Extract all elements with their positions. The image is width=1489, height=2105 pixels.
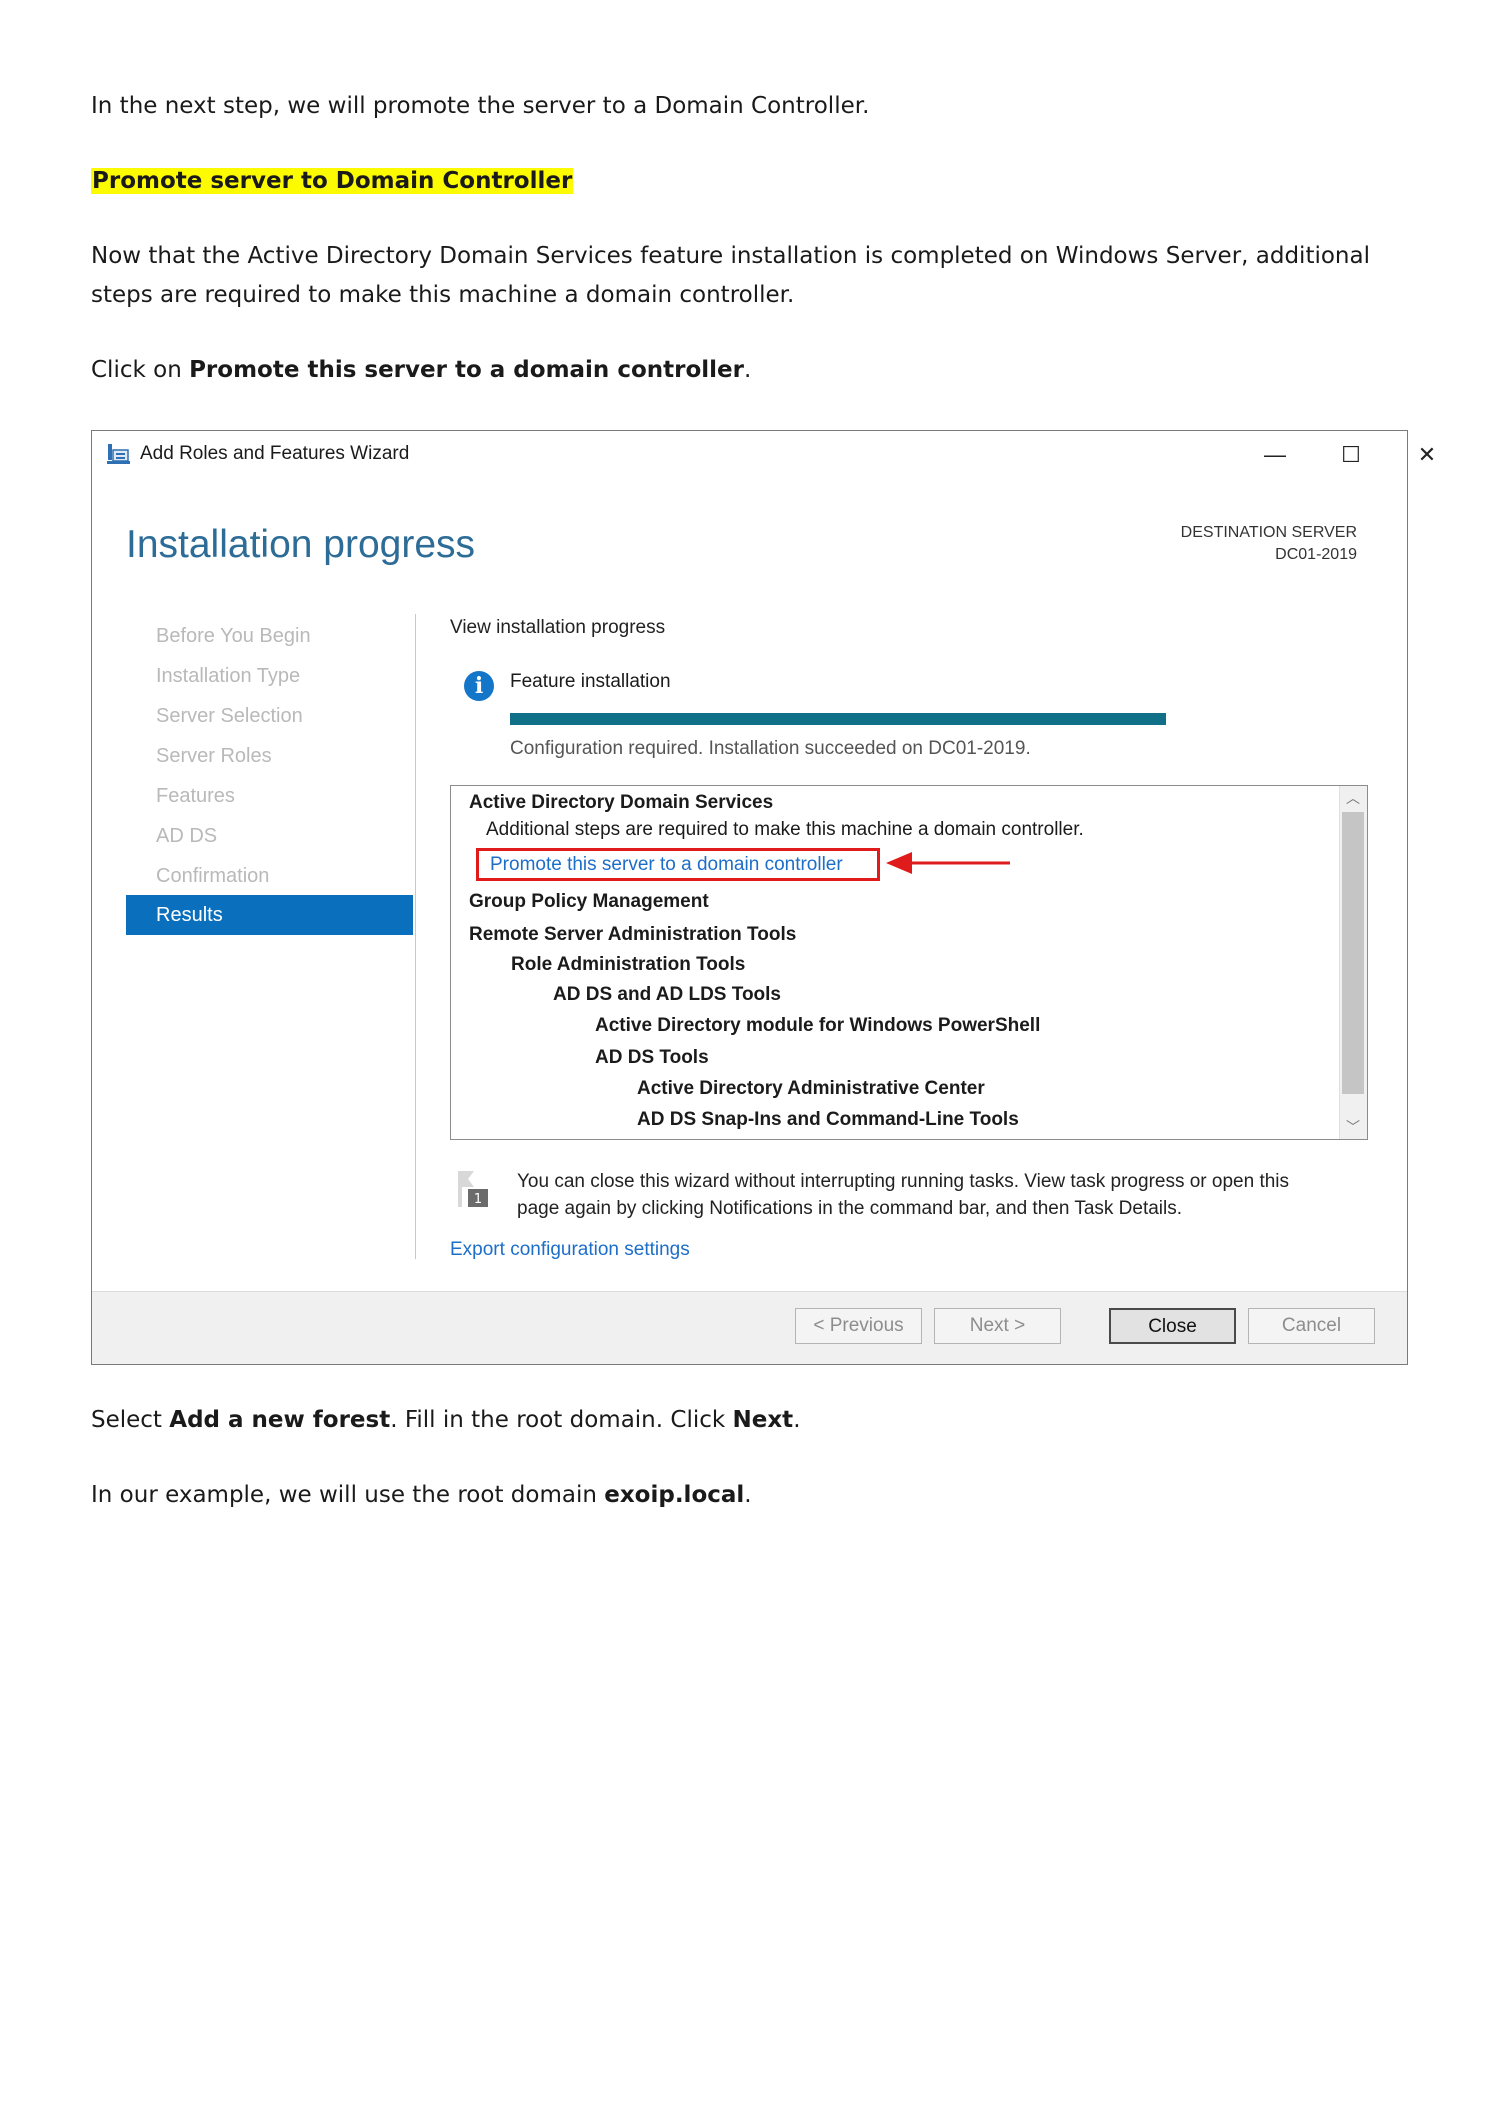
result-adds-note: Additional steps are required to make th… (486, 819, 1084, 840)
nav-item-installation-type[interactable]: Installation Type (156, 665, 300, 688)
wizard-footer: < Previous Next > Close Cancel (92, 1291, 1407, 1364)
nav-item-before-you-begin[interactable]: Before You Begin (156, 625, 311, 648)
click-suffix: . (743, 357, 752, 383)
page-title: Installation progress (126, 523, 476, 566)
info-icon: i (464, 671, 494, 701)
destination-server-label: DESTINATION SERVER (1180, 524, 1357, 541)
select-bold: Add a new forest (169, 1407, 391, 1433)
click-bold: Promote this server to a domain controll… (189, 357, 744, 383)
select-prefix: Select (91, 1407, 170, 1433)
result-rsat: Remote Server Administration Tools (469, 924, 797, 945)
close-note-line-2: page again by clicking Notifications in … (517, 1198, 1183, 1219)
previous-button[interactable]: < Previous (795, 1308, 922, 1344)
example-bold: exoip.local (604, 1482, 745, 1508)
click-instruction: Click on Promote this server to a domain… (91, 354, 751, 386)
select-middle: . Fill in the root domain. Click (390, 1407, 733, 1433)
nav-item-features[interactable]: Features (156, 785, 235, 808)
maximize-button[interactable]: ☐ (1320, 435, 1382, 475)
close-note-line-1: You can close this wizard without interr… (517, 1171, 1290, 1192)
wizard-window: Add Roles and Features Wizard — ☐ ✕ Inst… (91, 430, 1436, 1365)
example-prefix: In our example, we will use the root dom… (91, 1482, 605, 1508)
installation-status: Configuration required. Installation suc… (510, 738, 1031, 759)
export-configuration-link[interactable]: Export configuration settings (450, 1239, 690, 1261)
window-title: Add Roles and Features Wizard (140, 443, 410, 464)
select-bold-next: Next (732, 1407, 794, 1433)
paragraph-line-2: steps are required to make this machine … (91, 282, 795, 308)
next-button[interactable]: Next > (934, 1308, 1061, 1344)
progress-bar-fill (510, 713, 1166, 725)
result-adac: Active Directory Administrative Center (637, 1078, 985, 1099)
close-window-button[interactable]: ✕ (1396, 435, 1458, 475)
feature-installation-label: Feature installation (510, 671, 671, 692)
close-button[interactable]: Close (1109, 1308, 1236, 1344)
notification-flag-icon: 1 (458, 1171, 488, 1207)
result-role-admin-tools: Role Administration Tools (511, 954, 746, 975)
example-text: In our example, we will use the root dom… (91, 1479, 752, 1511)
nav-item-ad-ds[interactable]: AD DS (156, 825, 217, 848)
paragraph-line-1: Now that the Active Directory Domain Ser… (91, 243, 1370, 269)
intro-text: In the next step, we will promote the se… (91, 93, 870, 119)
svg-text:1: 1 (474, 1192, 482, 1207)
nav-divider (415, 614, 416, 1259)
results-list[interactable]: Active Directory Domain Services Additio… (450, 785, 1368, 1140)
nav-item-server-selection[interactable]: Server Selection (156, 705, 303, 728)
select-instruction: Select Add a new forest. Fill in the roo… (91, 1404, 801, 1436)
nav-item-results[interactable]: Results (126, 895, 413, 935)
nav-item-server-roles[interactable]: Server Roles (156, 745, 272, 768)
scroll-down-icon[interactable]: ﹀ (1340, 1115, 1366, 1139)
progress-bar (510, 713, 1166, 725)
server-manager-icon (107, 444, 130, 464)
result-adds-tools: AD DS Tools (595, 1047, 709, 1068)
results-scrollbar[interactable]: ︿ ﹀ (1339, 786, 1367, 1139)
nav-item-confirmation[interactable]: Confirmation (156, 865, 269, 888)
result-snapins: AD DS Snap-Ins and Command-Line Tools (637, 1109, 1019, 1130)
result-group-policy: Group Policy Management (469, 891, 709, 912)
view-progress-heading: View installation progress (450, 617, 666, 638)
scroll-up-icon[interactable]: ︿ (1340, 786, 1366, 810)
select-suffix: . (793, 1407, 801, 1433)
result-adds: Active Directory Domain Services (469, 792, 774, 813)
click-prefix: Click on (91, 357, 190, 383)
promote-server-link[interactable]: Promote this server to a domain controll… (476, 848, 880, 881)
example-suffix: . (744, 1482, 752, 1508)
result-ad-powershell: Active Directory module for Windows Powe… (595, 1015, 1041, 1036)
scrollbar-thumb[interactable] (1342, 812, 1364, 1094)
cancel-button[interactable]: Cancel (1248, 1308, 1375, 1344)
destination-server-value: DC01-2019 (1275, 546, 1357, 563)
result-adds-lds-tools: AD DS and AD LDS Tools (553, 984, 781, 1005)
minimize-button[interactable]: — (1244, 435, 1306, 475)
section-heading: Promote server to Domain Controller (91, 165, 574, 197)
highlighted-heading: Promote server to Domain Controller (91, 168, 574, 194)
red-arrow-annotation (886, 852, 1010, 874)
